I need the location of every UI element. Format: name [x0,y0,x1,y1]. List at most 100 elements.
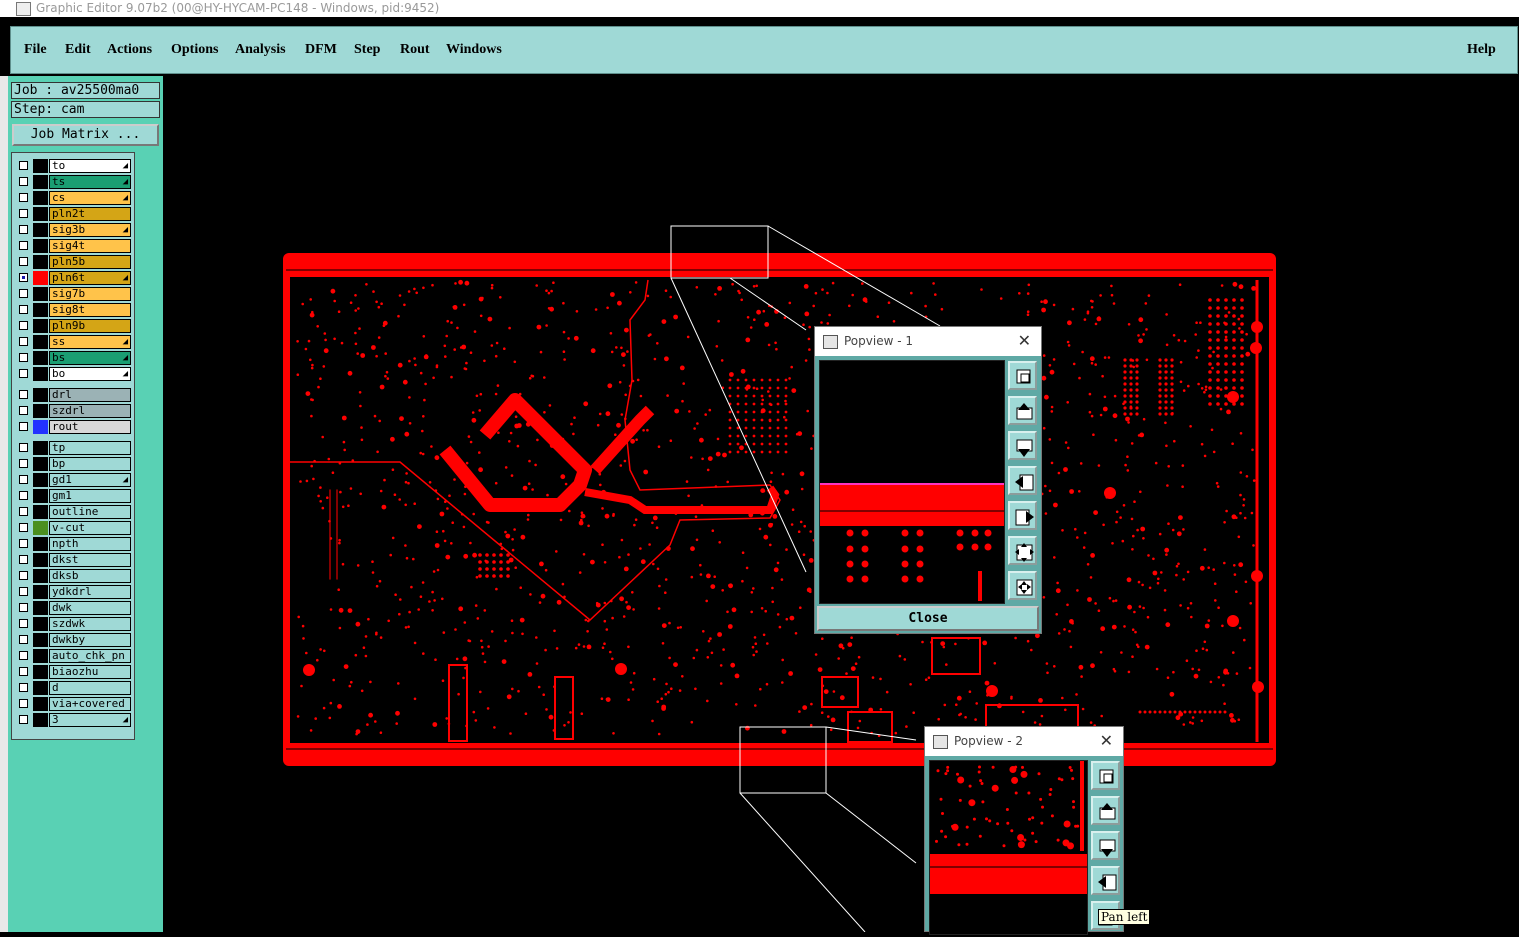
layer-row-dksb[interactable]: dksb [12,569,134,583]
layer-checkbox[interactable] [19,475,28,484]
layer-color-swatch[interactable] [33,505,48,519]
layer-checkbox[interactable] [19,603,28,612]
layer-color-swatch[interactable] [33,473,48,487]
popview-tool-pan-down[interactable] [1008,431,1037,460]
layer-checkbox[interactable] [19,555,28,564]
layer-checkbox[interactable] [19,539,28,548]
layer-color-swatch[interactable] [33,649,48,663]
menu-step[interactable]: Step [354,42,380,58]
menu-file[interactable]: File [24,42,47,58]
layer-row-szdwk[interactable]: szdwk [12,617,134,631]
layer-name[interactable]: dwk [49,601,131,615]
layer-checkbox[interactable] [19,257,28,266]
layer-name[interactable]: via+covered [49,697,131,711]
layer-checkbox[interactable] [19,571,28,580]
layer-name[interactable]: gm1 [49,489,131,503]
popview-tool-pan-left[interactable] [1091,866,1120,895]
layer-checkbox[interactable] [19,390,28,399]
layer-color-swatch[interactable] [33,569,48,583]
layer-color-swatch[interactable] [33,287,48,301]
popview-tool-zoom-in[interactable] [1008,571,1037,600]
layer-checkbox[interactable] [19,193,28,202]
layer-name[interactable]: npth [49,537,131,551]
layer-name[interactable]: pln5b [49,255,131,269]
layer-name[interactable]: sig8t [49,303,131,317]
popview-tool-zoom-window[interactable] [1008,361,1037,390]
layer-color-swatch[interactable] [33,457,48,471]
layer-name[interactable]: bs ◢ [49,351,131,365]
layer-checkbox[interactable] [19,225,28,234]
popview-tool-zoom-window[interactable] [1091,761,1120,790]
layer-color-swatch[interactable] [33,388,48,402]
layer-row-drl[interactable]: drl [12,388,134,402]
layer-name[interactable]: biaozhu [49,665,131,679]
layer-checkbox[interactable] [19,507,28,516]
layer-name[interactable]: tp [49,441,131,455]
layer-name[interactable]: outline [49,505,131,519]
layer-color-swatch[interactable] [33,713,48,727]
popview-tool-pan-up[interactable] [1008,396,1037,425]
layer-checkbox[interactable] [19,406,28,415]
menu-rout[interactable]: Rout [400,42,430,58]
layer-row-cs[interactable]: cs ◢ [12,191,134,205]
menu-actions[interactable]: Actions [107,42,152,58]
layer-checkbox[interactable] [19,321,28,330]
layer-name[interactable]: auto_chk_pn [49,649,131,663]
layer-name[interactable]: sig4t [49,239,131,253]
layer-name[interactable]: sig3b ◢ [49,223,131,237]
layer-color-swatch[interactable] [33,681,48,695]
layer-checkbox[interactable] [19,491,28,500]
layer-name[interactable]: dksb [49,569,131,583]
menu-options[interactable]: Options [171,42,218,58]
layer-color-swatch[interactable] [33,585,48,599]
layer-checkbox[interactable] [19,305,28,314]
layer-row-outline[interactable]: outline [12,505,134,519]
layer-row-pln2t[interactable]: pln2t [12,207,134,221]
layer-color-swatch[interactable] [33,420,48,434]
layer-color-swatch[interactable] [33,351,48,365]
layer-row-ts[interactable]: ts ◢ [12,175,134,189]
layer-checkbox[interactable] [19,443,28,452]
layer-name[interactable]: pln2t [49,207,131,221]
layer-row-npth[interactable]: npth [12,537,134,551]
layer-name[interactable]: drl [49,388,131,402]
layer-color-swatch[interactable] [33,207,48,221]
layer-row-tp[interactable]: tp [12,441,134,455]
popview-2-view[interactable] [929,760,1088,935]
layer-name[interactable]: v-cut [49,521,131,535]
popview-tool-pan-right[interactable] [1008,501,1037,530]
layer-color-swatch[interactable] [33,633,48,647]
layer-checkbox[interactable] [19,369,28,378]
layer-color-swatch[interactable] [33,537,48,551]
layer-row-gd1[interactable]: gd1 ◢ [12,473,134,487]
layer-row-pln6t[interactable]: pln6t ◢ [12,271,134,285]
layer-checkbox[interactable] [19,273,28,282]
layer-name[interactable]: ydkdrl [49,585,131,599]
layer-row-3[interactable]: 3 ◢ [12,713,134,727]
menu-dfm[interactable]: DFM [305,42,337,58]
layer-name[interactable]: gd1 ◢ [49,473,131,487]
layer-name[interactable]: ts ◢ [49,175,131,189]
close-button[interactable]: Close [817,606,1039,631]
layer-row-rout[interactable]: rout [12,420,134,434]
layer-checkbox[interactable] [19,422,28,431]
layer-name[interactable]: pln6t ◢ [49,271,131,285]
layer-row-pln9b[interactable]: pln9b [12,319,134,333]
layer-color-swatch[interactable] [33,697,48,711]
layer-row-dkst[interactable]: dkst [12,553,134,567]
layer-row-auto_chk_pn[interactable]: auto_chk_pn [12,649,134,663]
layer-name[interactable]: dwkby [49,633,131,647]
layer-color-swatch[interactable] [33,335,48,349]
layer-color-swatch[interactable] [33,601,48,615]
layer-checkbox[interactable] [19,683,28,692]
layer-checkbox[interactable] [19,161,28,170]
layer-row-to[interactable]: to ◢ [12,159,134,173]
layer-row-sig8t[interactable]: sig8t [12,303,134,317]
layer-row-pln5b[interactable]: pln5b [12,255,134,269]
layer-row-gm1[interactable]: gm1 [12,489,134,503]
popview-tool-zoom-out[interactable] [1008,536,1037,565]
layer-color-swatch[interactable] [33,521,48,535]
layer-row-via+covered[interactable]: via+covered [12,697,134,711]
layer-row-dwkby[interactable]: dwkby [12,633,134,647]
layer-checkbox[interactable] [19,587,28,596]
